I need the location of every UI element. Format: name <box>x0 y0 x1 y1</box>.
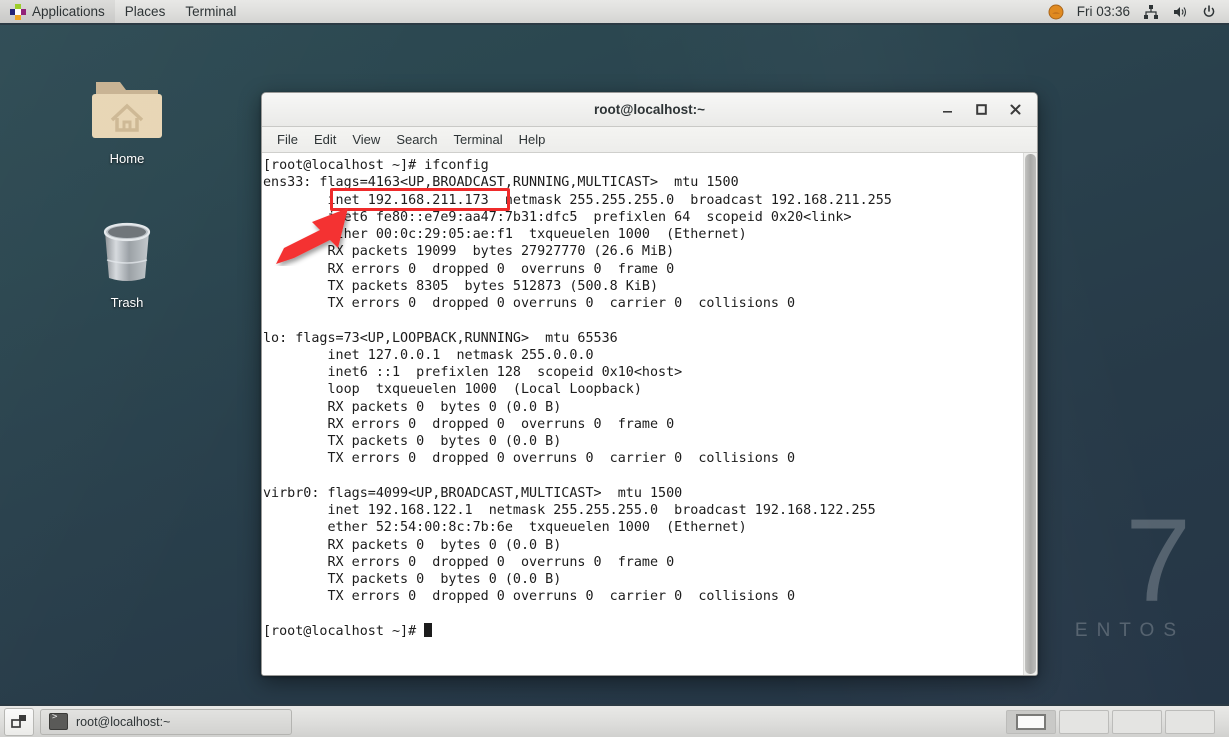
menu-terminal[interactable]: Terminal <box>447 130 510 149</box>
terminal-icon <box>49 712 68 730</box>
menu-file[interactable]: File <box>270 130 305 149</box>
workspace-4[interactable] <box>1165 709 1215 734</box>
panel-tray: Fri 03:36 <box>1048 4 1229 20</box>
close-icon[interactable] <box>1007 102 1023 118</box>
show-desktop-button[interactable] <box>4 707 34 736</box>
applications-menu[interactable]: Applications <box>0 0 115 23</box>
terminal-cursor <box>424 622 433 637</box>
places-menu-label: Places <box>124 4 166 19</box>
window-controls <box>939 102 1037 118</box>
desktop-icon-trash[interactable]: Trash <box>81 216 173 310</box>
minimize-icon[interactable] <box>939 102 955 118</box>
scrollbar-thumb[interactable] <box>1025 154 1036 674</box>
task-button-terminal[interactable]: root@localhost:~ <box>40 708 292 735</box>
power-icon[interactable] <box>1201 4 1217 20</box>
terminal-body[interactable]: [root@localhost ~]# ifconfig ens33: flag… <box>262 153 1037 675</box>
desktop-icon-home-label: Home <box>109 151 145 166</box>
workspace-2[interactable] <box>1059 709 1109 734</box>
terminal-titlebar[interactable]: root@localhost:~ <box>262 93 1037 127</box>
watermark-name: ENTOS <box>1074 620 1185 641</box>
applications-menu-label: Applications <box>32 4 105 19</box>
terminal-title: root@localhost:~ <box>593 102 706 117</box>
workspace-switcher <box>1006 709 1229 734</box>
clock[interactable]: Fri 03:36 <box>1077 4 1130 19</box>
task-list: root@localhost:~ <box>40 708 292 735</box>
volume-icon[interactable] <box>1172 4 1188 20</box>
maximize-icon[interactable] <box>973 102 989 118</box>
terminal-menu[interactable]: Terminal <box>175 0 246 23</box>
taskbar: root@localhost:~ <box>0 704 1229 737</box>
places-menu[interactable]: Places <box>115 0 176 23</box>
desktop[interactable]: Applications Places Terminal Fri 03:36 H… <box>0 0 1229 737</box>
top-panel: Applications Places Terminal Fri 03:36 <box>0 0 1229 25</box>
terminal-menu-label: Terminal <box>185 4 237 19</box>
terminal-output[interactable]: [root@localhost ~]# ifconfig ens33: flag… <box>262 153 1023 675</box>
desktop-icon-trash-label: Trash <box>110 295 144 310</box>
home-folder-icon <box>92 82 162 138</box>
terminal-scrollbar[interactable] <box>1023 153 1037 675</box>
terminal-window[interactable]: root@localhost:~ File Edit View Search T… <box>261 92 1038 676</box>
menu-search[interactable]: Search <box>389 130 444 149</box>
workspace-window-preview <box>1016 713 1046 730</box>
menu-help[interactable]: Help <box>512 130 553 149</box>
trash-can-icon <box>103 222 151 281</box>
watermark-version: 7 <box>1125 495 1191 628</box>
network-icon[interactable] <box>1143 4 1159 20</box>
centos-pinwheel-icon <box>10 3 26 20</box>
desktop-icon-home[interactable]: Home <box>81 72 173 166</box>
task-button-label: root@localhost:~ <box>76 714 171 729</box>
workspace-3[interactable] <box>1112 709 1162 734</box>
show-desktop-icon <box>10 715 26 728</box>
user-icon[interactable] <box>1048 4 1064 20</box>
menu-view[interactable]: View <box>345 130 387 149</box>
centos-watermark: 7 ENTOS <box>1074 495 1191 642</box>
workspace-1[interactable] <box>1006 709 1056 734</box>
menu-edit[interactable]: Edit <box>307 130 343 149</box>
terminal-menubar: File Edit View Search Terminal Help <box>262 127 1037 153</box>
